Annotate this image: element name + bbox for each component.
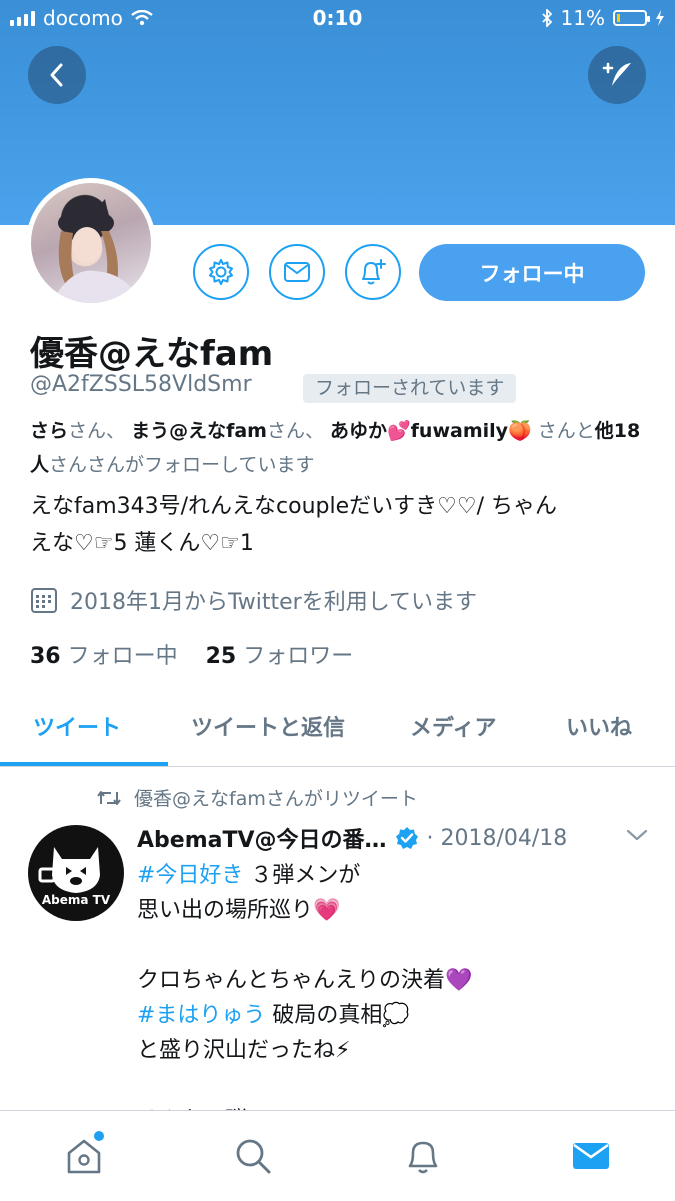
charging-icon bbox=[656, 10, 664, 26]
retweet-context: 優香@えなfamさんがリツイート bbox=[96, 784, 418, 811]
tweet-line: 思い出の場所巡り💗 bbox=[137, 898, 341, 923]
nav-search[interactable] bbox=[223, 1131, 283, 1181]
unread-dot bbox=[94, 1131, 104, 1141]
battery-percent: 11% bbox=[560, 6, 605, 30]
follow-counts: 36 フォロー中 25 フォロワー bbox=[30, 638, 353, 670]
tweet-header: AbemaTV@今日の番… · 2018/04/18 bbox=[137, 822, 567, 854]
tab-media[interactable]: メディア bbox=[410, 710, 496, 742]
followed-by-sep: さんと bbox=[531, 420, 595, 442]
followed-by-sep: さんさんがフォローしています bbox=[49, 454, 315, 476]
following-count-link[interactable]: 36 フォロー中 bbox=[30, 644, 178, 669]
followed-by-sep: さん、 bbox=[266, 420, 330, 442]
bottom-tab-bar bbox=[0, 1110, 675, 1201]
tweet-author-name[interactable]: AbemaTV@今日の番… bbox=[137, 822, 387, 854]
avatar-caption: Abema TV bbox=[41, 893, 111, 907]
tweet-text-segment: ３弾メンが bbox=[243, 863, 361, 888]
tweet-line: と盛り沢山だったね⚡ bbox=[137, 1038, 351, 1063]
followers-count-link[interactable]: 25 フォロワー bbox=[206, 644, 354, 669]
active-tab-indicator bbox=[0, 762, 168, 766]
follower-name: あゆか💕fuwamily🍑 bbox=[330, 420, 532, 442]
compose-tweet-button[interactable] bbox=[588, 46, 646, 104]
gear-icon bbox=[209, 259, 233, 285]
calendar-icon bbox=[31, 588, 57, 613]
compose-quill-icon bbox=[602, 62, 631, 86]
search-icon bbox=[236, 1139, 271, 1174]
followed-by-sep: さん、 bbox=[68, 420, 132, 442]
profile-name: 優香@えなfam bbox=[30, 334, 274, 374]
nav-notifications[interactable] bbox=[393, 1131, 453, 1181]
follows-you-badge: フォローされています bbox=[303, 374, 517, 403]
bluetooth-icon bbox=[541, 9, 552, 27]
tab-likes[interactable]: いいね bbox=[566, 710, 632, 742]
followed-by-text[interactable]: さらさん、 まう@えなfamさん、 あゆか💕fuwamily🍑 さんと他18人さ… bbox=[30, 414, 650, 482]
tweet-line: #まはりゅう 破局の真相💭 bbox=[137, 998, 637, 1033]
tweet-date: · 2018/04/18 bbox=[426, 825, 568, 851]
tab-tweets-replies[interactable]: ツイートと返信 bbox=[191, 710, 345, 742]
bio-line: えな♡☞5 蓮くん♡☞1 bbox=[30, 531, 254, 556]
followers-label: フォロワー bbox=[243, 644, 354, 669]
tab-tweets[interactable]: ツイート bbox=[33, 710, 121, 742]
chevron-down-icon[interactable] bbox=[626, 828, 648, 842]
tweet-text-segment: 破局の真相💭 bbox=[265, 1003, 410, 1028]
followers-count: 25 bbox=[205, 644, 237, 669]
hashtag-link[interactable]: #まはりゅう bbox=[137, 1003, 265, 1028]
chevron-left-icon bbox=[50, 63, 63, 87]
envelope-icon bbox=[284, 262, 310, 282]
tweet-line: クロちゃんとちゃんえりの決着💜 bbox=[137, 968, 473, 993]
profile-handle: @A2fZSSL58VldSmr bbox=[30, 372, 252, 397]
bell-icon bbox=[408, 1141, 438, 1174]
retweet-context-text: 優香@えなfamさんがリツイート bbox=[134, 788, 418, 810]
follower-name: まう@えなfam bbox=[131, 420, 267, 442]
profile-avatar[interactable] bbox=[26, 178, 156, 308]
notifications-button[interactable] bbox=[345, 244, 401, 300]
bell-plus-icon bbox=[362, 259, 386, 285]
settings-button[interactable] bbox=[193, 244, 249, 300]
tweet-line: #今日好き ３弾メンが bbox=[137, 858, 637, 893]
tweet-text: #今日好き ３弾メンが 思い出の場所巡り💗 クロちゃんとちゃんえりの決着💜 #ま… bbox=[137, 858, 637, 1138]
following-count: 36 bbox=[30, 644, 61, 669]
join-date: 2018年1月からTwitterを利用しています bbox=[30, 584, 477, 616]
home-icon bbox=[67, 1139, 101, 1174]
nav-home[interactable] bbox=[54, 1131, 114, 1181]
battery-icon bbox=[613, 10, 650, 26]
profile-bio: えなfam343号/れんえなcoupleだいすき♡♡/ ちゃん えな♡☞5 蓮く… bbox=[30, 488, 650, 562]
nav-messages[interactable] bbox=[561, 1131, 621, 1181]
verified-badge-icon bbox=[395, 827, 418, 849]
hashtag-link[interactable]: #今日好き bbox=[137, 863, 243, 888]
follower-name: さら bbox=[30, 420, 69, 442]
message-button[interactable] bbox=[269, 244, 325, 300]
tweet-author-avatar[interactable]: Abema TV bbox=[28, 825, 124, 921]
envelope-filled-icon bbox=[573, 1143, 609, 1169]
bio-line: えなfam343号/れんえなcoupleだいすき♡♡/ ちゃん bbox=[30, 494, 558, 519]
status-bar: docomo 0:10 11% bbox=[0, 0, 675, 38]
profile-tabs: ツイート ツイートと返信 メディア いいね bbox=[0, 700, 675, 767]
retweet-icon bbox=[97, 790, 121, 805]
join-date-text: 2018年1月からTwitterを利用しています bbox=[70, 590, 478, 615]
following-label: フォロー中 bbox=[67, 644, 178, 669]
back-button[interactable] bbox=[28, 46, 86, 104]
following-button[interactable]: フォロー中 bbox=[419, 244, 645, 301]
